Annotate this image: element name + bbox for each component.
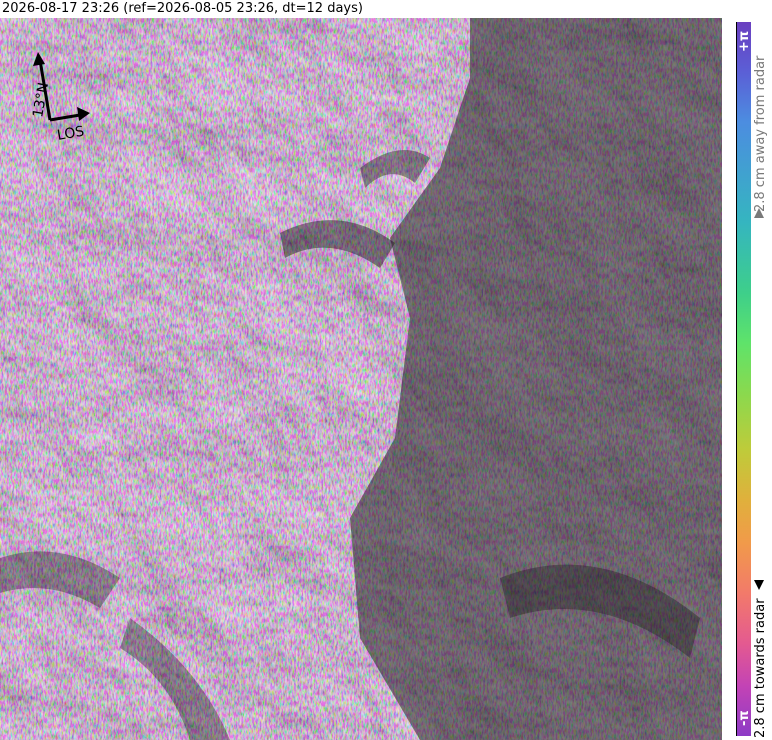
interferogram-image <box>0 18 722 740</box>
arrow-down-small-icon <box>754 580 764 590</box>
towards-radar-label: 2.8 cm towards radar <box>753 598 768 738</box>
image-title: 2026-08-17 23:26 (ref=2026-08-05 23:26, … <box>2 1 363 16</box>
colorbar-top-label: +π <box>737 30 752 52</box>
colorbar-gradient <box>737 22 751 736</box>
away-from-radar-label: 2.8 cm away from radar <box>753 55 768 212</box>
arrow-up-small-icon <box>754 208 764 218</box>
colorbar-bottom-label: -π <box>737 710 752 726</box>
colorbar: +π -π 2.8 cm away from radar 2.8 cm towa… <box>722 18 772 740</box>
title-bar: 2026-08-17 23:26 (ref=2026-08-05 23:26, … <box>0 0 772 18</box>
